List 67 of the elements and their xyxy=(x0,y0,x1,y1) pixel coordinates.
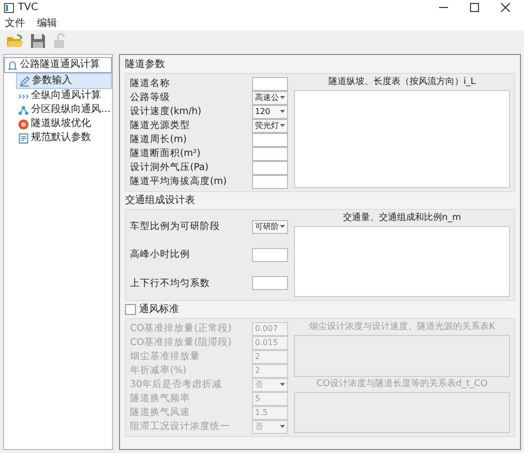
field-label: 隧道换气频率 xyxy=(130,392,190,405)
field-label: 隧道名称 xyxy=(130,77,170,90)
caret-icon xyxy=(280,96,285,99)
window-title: TVC xyxy=(18,2,38,13)
tree-item[interactable]: 参数输入 xyxy=(16,73,112,89)
field-label: 30年后是否考虑折减 xyxy=(130,378,222,391)
tree-item[interactable]: 分区段纵向通风... xyxy=(16,103,112,117)
field-label: 年折减率(%) xyxy=(130,364,186,377)
caret-icon xyxy=(280,110,285,113)
caret-icon xyxy=(280,124,285,127)
input-field[interactable] xyxy=(252,146,288,160)
tree-item[interactable]: 全纵向通风计算 xyxy=(16,89,112,103)
tree-item[interactable]: 公路隧道通风计算 xyxy=(4,57,112,73)
input-field[interactable] xyxy=(252,276,288,290)
field-label: 上下行不均匀系数 xyxy=(130,276,210,290)
dropdown[interactable]: 荧光灯 xyxy=(252,118,288,132)
section-title: 交通组成设计表 xyxy=(125,194,195,207)
input-field[interactable] xyxy=(252,160,288,174)
maximize-icon[interactable] xyxy=(470,3,479,12)
data-table[interactable] xyxy=(294,226,510,297)
field-label: 烟尘基准排放量 xyxy=(130,350,200,363)
input-field[interactable] xyxy=(252,76,288,90)
nodes-icon xyxy=(18,104,29,116)
save-icon[interactable] xyxy=(30,33,46,49)
dropdown[interactable]: 可研阶 xyxy=(252,220,288,234)
field-label: 隧道换气风速 xyxy=(130,406,190,419)
app-icon xyxy=(4,2,14,12)
field-label: CO基准排放量(阻滞段) xyxy=(130,336,232,349)
data-table[interactable] xyxy=(294,90,510,188)
table-title: 交通量、交通组成和比例n_m xyxy=(342,213,462,224)
table-title: 隧道纵坡、长度表（按风流方向）i_L xyxy=(327,77,476,88)
target-icon xyxy=(18,118,29,130)
tree-item[interactable]: 规范默认参数 xyxy=(16,131,112,145)
input-field[interactable] xyxy=(252,248,288,262)
data-table[interactable] xyxy=(294,335,510,376)
field-label: 公路等级 xyxy=(130,91,170,104)
pencil-icon xyxy=(19,76,30,86)
dropdown[interactable]: 高速公 xyxy=(252,90,288,104)
open-folder-icon[interactable] xyxy=(6,33,24,49)
table-title: CO设计浓度与隧道长度等的关系表d_t_CO xyxy=(316,378,488,390)
field-label: 隧道周长(m) xyxy=(130,133,187,146)
table-title: 烟尘设计浓度与设计速度、隧道光源的关系表K xyxy=(308,322,496,333)
data-table[interactable] xyxy=(294,392,510,433)
field-label: CO基准排放量(正常段) xyxy=(130,322,232,335)
field-label: 设计速度(km/h) xyxy=(130,105,202,118)
menu-item[interactable]: 文件 xyxy=(4,16,26,30)
field-label: 隧道平均海拔高度(m) xyxy=(130,175,227,188)
field-label: 高峰小时比例 xyxy=(130,248,190,262)
menu-item[interactable]: 编辑 xyxy=(36,16,58,30)
close-icon[interactable] xyxy=(501,3,510,12)
field-label: 阻滞工况设计浓度统一 xyxy=(130,420,230,433)
dropdown[interactable]: 120 xyxy=(252,104,288,118)
bell-icon xyxy=(7,60,18,70)
field-label: 设计洞外气压(Pa) xyxy=(130,161,209,174)
caret-icon xyxy=(280,225,285,228)
document-icon xyxy=(18,132,29,144)
checkbox[interactable] xyxy=(125,304,136,315)
section-title: 隧道参数 xyxy=(125,58,165,71)
field-label: 车型比例为可研阶段 xyxy=(130,220,220,234)
tree-item[interactable]: 隧道纵坡优化 xyxy=(16,117,112,131)
input-field[interactable] xyxy=(252,174,288,188)
section-title: 通风标准 xyxy=(139,303,179,316)
caret-icon xyxy=(280,425,285,428)
field-label: 隧道断面积(m²) xyxy=(130,147,200,160)
field-label: 隧道光源类型 xyxy=(130,119,190,132)
caret-icon xyxy=(280,383,285,386)
input-field[interactable] xyxy=(252,132,288,146)
